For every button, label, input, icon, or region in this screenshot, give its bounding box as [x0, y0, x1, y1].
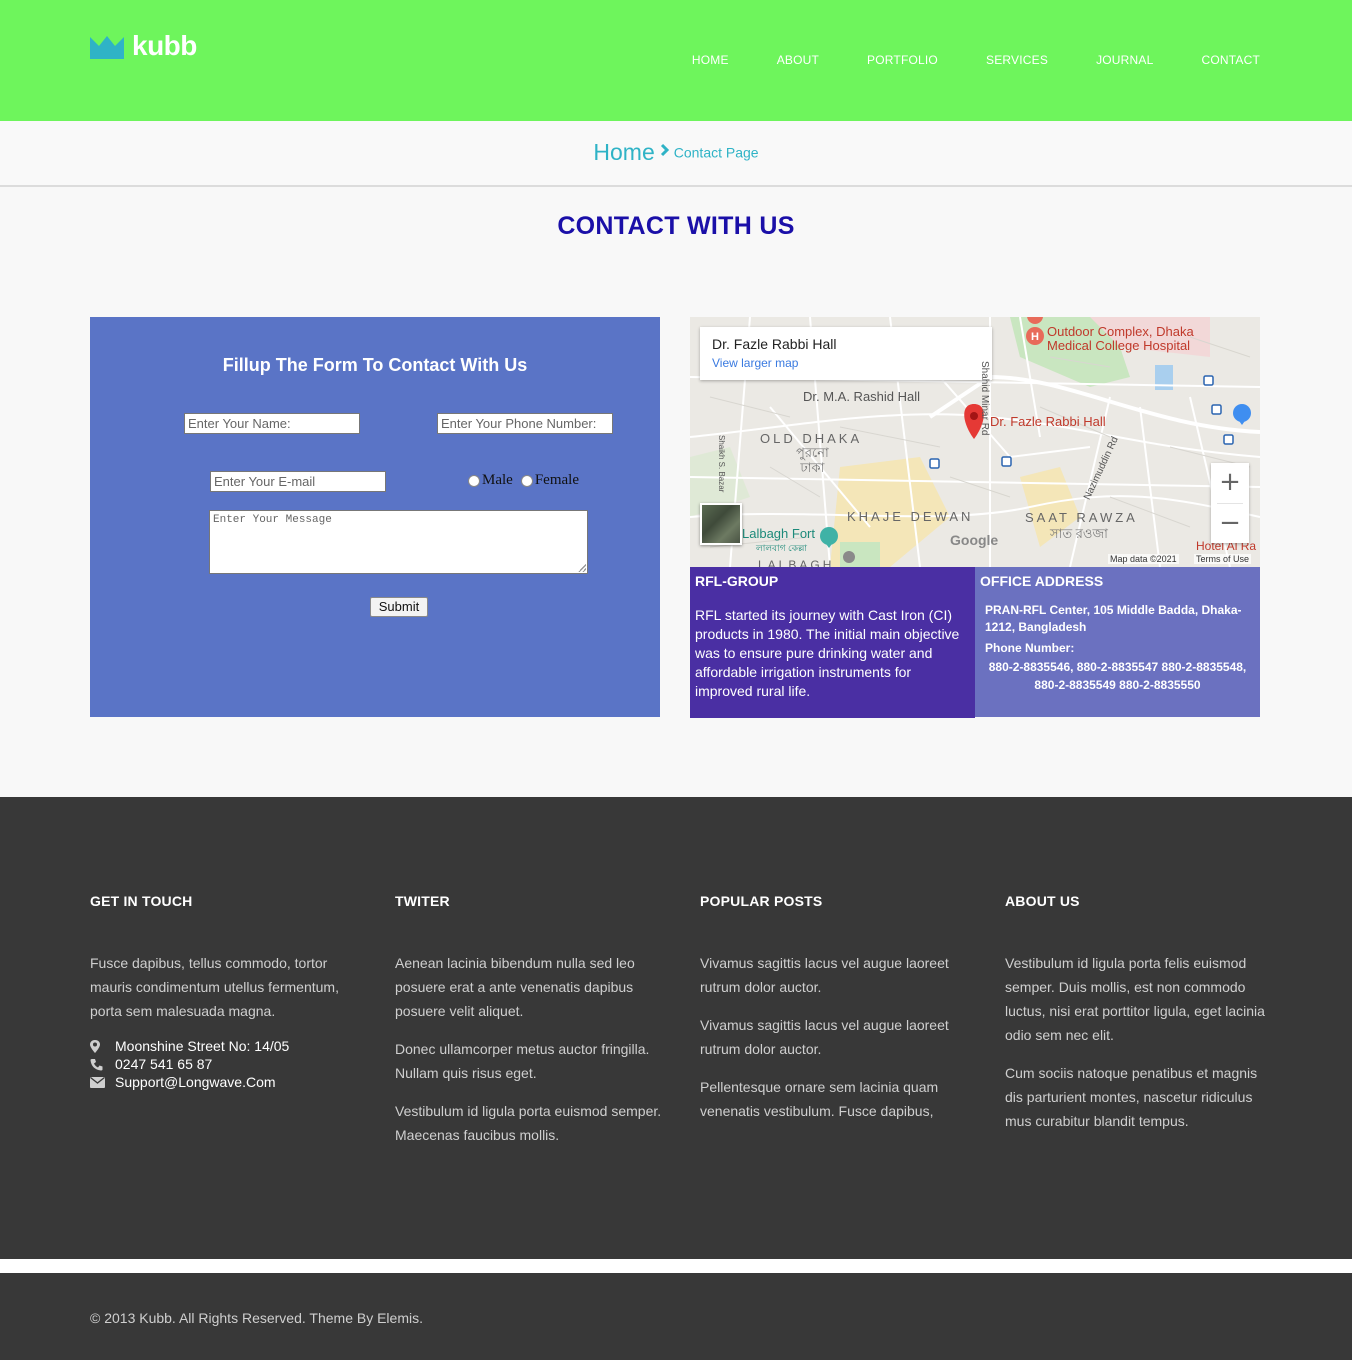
map-place-title: Dr. Fazle Rabbi Hall [712, 336, 837, 352]
map-label-saat-rawza-bn: সাত রওজা [1050, 526, 1108, 541]
map-label-khaje-dewan: KHAJE DEWAN [847, 509, 974, 524]
satellite-toggle[interactable] [700, 503, 742, 545]
zoom-controls: + − [1211, 463, 1249, 543]
map-label-shaikh-bazar: Shaikh S. Bazar [717, 435, 726, 493]
breadcrumb: Home Contact Page [0, 139, 1352, 166]
zoom-out-button[interactable]: − [1211, 504, 1249, 544]
office-address-box: OFFICE ADDRESS PRAN-RFL Center, 105 Midd… [975, 567, 1260, 717]
breadcrumb-bar: Home Contact Page [0, 121, 1352, 187]
footer-text: Fusce dapibus, tellus commodo, tortor ma… [90, 955, 339, 1019]
map-place-card: Dr. Fazle Rabbi Hall View larger map [700, 327, 992, 380]
contact-form: Fillup The Form To Contact With Us Enter… [90, 317, 660, 717]
map-label-old-dhaka: OLD DHAKA [760, 431, 863, 446]
contact-address: Moonshine Street No: 14/05 [90, 1037, 360, 1055]
map-label-outdoor: Outdoor Complex, Dhaka Medical College Ho… [1047, 324, 1194, 353]
rfl-text: RFL started its journey with Cast Iron (… [695, 607, 960, 699]
about-text: Vestibulum id ligula porta felis euismod… [1005, 955, 1265, 1043]
view-larger-map-link[interactable]: View larger map [712, 356, 980, 370]
map-label-saat-rawza: SAAT RAWZA [1025, 510, 1138, 525]
office-phone-label: Phone Number: [985, 641, 1075, 655]
footer-twitter: TWITER Aenean lacinia bibendum nulla sed… [395, 893, 665, 1147]
map-label-pin: Dr. Fazle Rabbi Hall [990, 414, 1106, 429]
tweet-text: Vestibulum id ligula porta euismod sempe… [395, 1103, 662, 1143]
map-marker-icon [90, 1039, 115, 1053]
office-address: PRAN-RFL Center, 105 Middle Badda, Dhaka… [985, 603, 1242, 634]
map-label-shahid-minar: Shahid Minar Rd [979, 361, 990, 436]
map-data-credit: Map data ©2021 [1108, 554, 1179, 564]
footer-divider [0, 1259, 1352, 1273]
copyright-bar: © 2013 Kubb. All Rights Reserved. Theme … [0, 1273, 1352, 1360]
map-label-old-dhaka-bn: পুরনো ঢাকা [796, 445, 829, 475]
tweet-text: Aenean lacinia bibendum nulla sed leo po… [395, 955, 635, 1019]
page-title: CONTACT WITH US [557, 212, 795, 240]
nav-services[interactable]: SERVICES [986, 53, 1048, 67]
gender-radio-group: Male Female [468, 472, 587, 489]
crown-icon [90, 36, 124, 59]
logo-text: kubb [132, 30, 197, 61]
rfl-group-box: RFL-GROUP RFL started its journey with C… [690, 567, 975, 718]
site-header: kubb HOME ABOUT PORTFOLIO SERVICES JOURN… [0, 0, 1352, 121]
copyright-text: © 2013 Kubb. All Rights Reserved. Theme … [90, 1310, 423, 1326]
chevron-right-icon [660, 143, 670, 162]
map-terms-link[interactable]: Terms of Use [1194, 554, 1252, 564]
phone-input[interactable]: Enter Your Phone Number: [437, 413, 613, 434]
footer-about-us: ABOUT US Vestibulum id ligula porta feli… [1005, 893, 1275, 1133]
main-nav: HOME ABOUT PORTFOLIO SERVICES JOURNAL CO… [644, 53, 1260, 67]
tweet-text: Donec ullamcorper metus auctor fringilla… [395, 1041, 650, 1081]
nav-contact[interactable]: CONTACT [1201, 53, 1260, 67]
site-footer: GET IN TOUCH Fusce dapibus, tellus commo… [0, 797, 1352, 1259]
breadcrumb-home-link[interactable]: Home [593, 139, 654, 165]
message-textarea[interactable]: Enter Your Message [209, 510, 588, 574]
male-label: Male [482, 472, 513, 488]
footer-get-in-touch: GET IN TOUCH Fusce dapibus, tellus commo… [90, 893, 360, 1091]
footer-heading: ABOUT US [1005, 893, 1080, 909]
name-input[interactable]: Enter Your Name: [184, 413, 360, 434]
contact-email: Support@Longwave.Com [90, 1073, 360, 1091]
nav-home[interactable]: HOME [692, 53, 729, 67]
popular-post-link[interactable]: Vivamus sagittis lacus vel augue laoreet… [700, 1013, 970, 1061]
map-label-lalbagh-fort-bn: লালবাগ কেল্লা [756, 543, 807, 553]
resize-handle-icon[interactable] [578, 564, 586, 572]
office-phones: 880-2-8835546, 880-2-8835547 880-2-88355… [980, 658, 1255, 694]
footer-heading: GET IN TOUCH [90, 893, 193, 909]
office-phones-line1: 880-2-8835546, 880-2-8835547 880-2-88355… [988, 660, 1247, 674]
map-label-rashid-hall: Dr. M.A. Rashid Hall [803, 389, 921, 404]
nav-portfolio[interactable]: PORTFOLIO [867, 53, 938, 67]
nav-about[interactable]: ABOUT [777, 53, 819, 67]
submit-button[interactable]: Submit [370, 597, 428, 617]
phone-icon [90, 1058, 115, 1071]
female-label: Female [534, 472, 579, 488]
popular-post-link[interactable]: Vivamus sagittis lacus vel augue laoreet… [700, 951, 970, 999]
about-text: Cum sociis natoque penatibus et magnis d… [1005, 1065, 1258, 1129]
map-label-lalbagh: LALBAGH [758, 558, 835, 567]
svg-text:H: H [1031, 331, 1039, 343]
logo[interactable]: kubb [90, 30, 197, 62]
footer-popular-posts: POPULAR POSTS Vivamus sagittis lacus vel… [700, 893, 970, 1123]
footer-heading: POPULAR POSTS [700, 893, 823, 909]
zoom-in-button[interactable]: + [1211, 463, 1249, 503]
office-title: OFFICE ADDRESS [980, 573, 1104, 589]
rfl-title: RFL-GROUP [695, 573, 779, 589]
office-phones-line2: 880-2-8835549 880-2-8835550 [1034, 678, 1201, 692]
popular-post-link[interactable]: Pellentesque ornare sem lacinia quam ven… [700, 1075, 970, 1123]
envelope-icon [90, 1076, 115, 1088]
footer-heading: TWITER [395, 893, 450, 909]
female-radio[interactable] [520, 474, 533, 487]
form-title: Fillup The Form To Contact With Us [222, 355, 528, 375]
male-radio[interactable] [468, 474, 480, 487]
contact-list: Moonshine Street No: 14/05 0247 541 65 8… [90, 1037, 360, 1091]
contact-phone: 0247 541 65 87 [90, 1055, 360, 1073]
embedded-map[interactable]: H Dr. Fazle Rabbi Hall View larger map O… [690, 317, 1260, 567]
google-logo: Google [950, 532, 999, 548]
map-label-lalbagh-fort: Lalbagh Fort [742, 526, 815, 541]
nav-journal[interactable]: JOURNAL [1096, 53, 1153, 67]
breadcrumb-current: Contact Page [673, 144, 759, 161]
email-input[interactable]: Enter Your E-mail [210, 471, 386, 492]
message-placeholder: Enter Your Message [213, 514, 332, 526]
